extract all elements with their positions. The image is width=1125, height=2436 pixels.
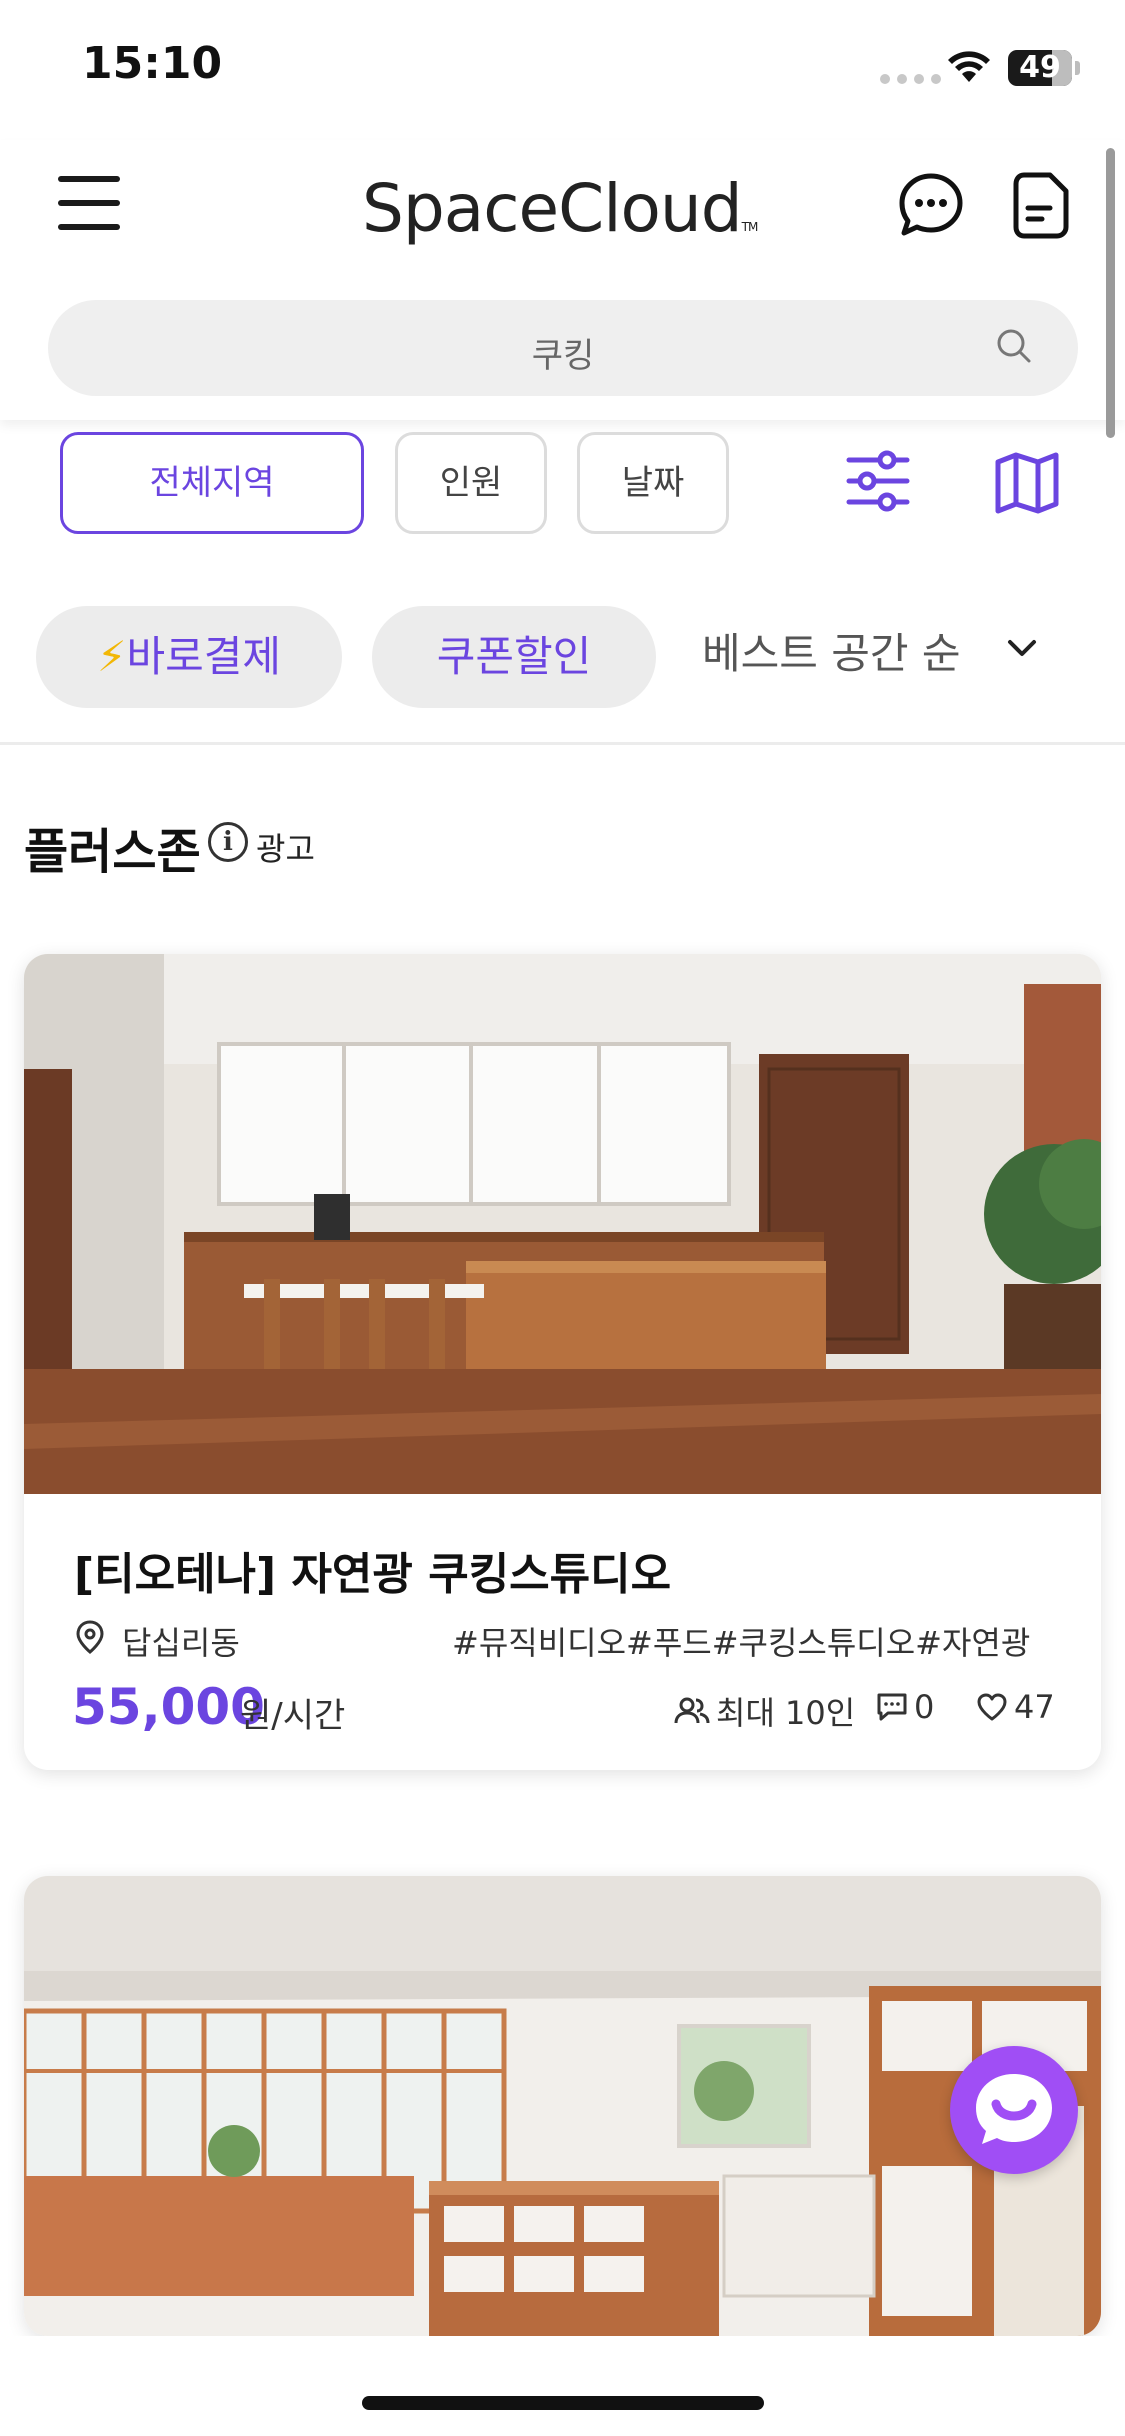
status-bar: 15:10 49 [0,0,1125,140]
like-count: 47 [1014,1688,1055,1726]
search-query: 쿠킹 [531,336,595,376]
people-filter-chip[interactable]: 인원 [395,432,547,534]
bottom-safe-area [0,2336,1125,2436]
divider [0,742,1125,745]
listing-card[interactable] [24,1876,1101,2336]
instant-pay-filter[interactable]: ⚡바로결제 [36,606,342,708]
listing-title[interactable]: [티오테나] 자연광 쿠킹스튜디오 [74,1538,671,1602]
listing-price: 55,000 [72,1678,265,1736]
capacity-value: 최대 10인 [716,1694,856,1732]
chatbot-button[interactable] [950,2046,1078,2174]
filter-bar: 전체지역 인원 날짜 ⚡바로결제 쿠폰할인 베스트 공간 순 [0,420,1125,740]
map-icon[interactable] [994,452,1060,514]
scrollbar[interactable] [1106,148,1115,438]
search-input[interactable]: 쿠킹 [48,300,1078,396]
listing-tags: #뮤직비디오#푸드#쿠킹스튜디오#자연광 [452,1624,1031,1662]
chevron-down-icon[interactable] [1004,636,1040,660]
section-title: 플러스존 [24,824,201,880]
logo-trademark: TM [741,220,759,234]
listing-location: 답십리동 [122,1624,240,1662]
lightning-bolt-icon: ⚡ [96,632,127,681]
listing-photo [24,1876,1101,2336]
price-unit: 원/시간 [240,1696,346,1736]
people-icon [674,1697,710,1724]
date-filter-chip[interactable]: 날짜 [577,432,729,534]
search-icon[interactable] [994,326,1034,366]
sort-dropdown[interactable]: 베스트 공간 순 [702,620,961,681]
wifi-icon [948,51,990,82]
filter-sliders-icon[interactable] [845,448,911,514]
hamburger-menu-icon[interactable] [58,176,122,232]
comment-count: 0 [914,1688,935,1726]
app-logo[interactable]: SpaceCloudTM [362,170,759,247]
info-icon[interactable]: i [208,822,248,862]
region-filter-chip[interactable]: 전체지역 [60,432,364,534]
comments-stat: 0 [876,1688,934,1726]
listing-photo [24,954,1101,1494]
chatbot-smile-icon [976,2074,1052,2144]
chat-bubble-icon[interactable] [896,170,966,240]
status-time: 15:10 [82,38,223,89]
document-icon[interactable] [1012,170,1072,240]
listing-card[interactable]: [티오테나] 자연광 쿠킹스튜디오 답십리동 #뮤직비디오#푸드#쿠킹스튜디오#… [24,954,1101,1770]
app-header: SpaceCloudTM 쿠킹 [0,140,1125,420]
ad-label: 광고 [256,830,315,868]
heart-icon[interactable] [976,1692,1008,1722]
coupon-filter[interactable]: 쿠폰할인 [372,606,656,708]
home-indicator[interactable] [362,2396,764,2410]
battery-icon: 49 [1008,50,1080,86]
comment-icon [877,1693,907,1721]
likes-stat[interactable]: 47 [976,1688,1055,1726]
location-pin-icon [76,1620,104,1654]
battery-level: 49 [1019,50,1061,85]
cellular-signal-icon [880,74,941,84]
capacity-stat: 최대 10인 [674,1688,855,1734]
